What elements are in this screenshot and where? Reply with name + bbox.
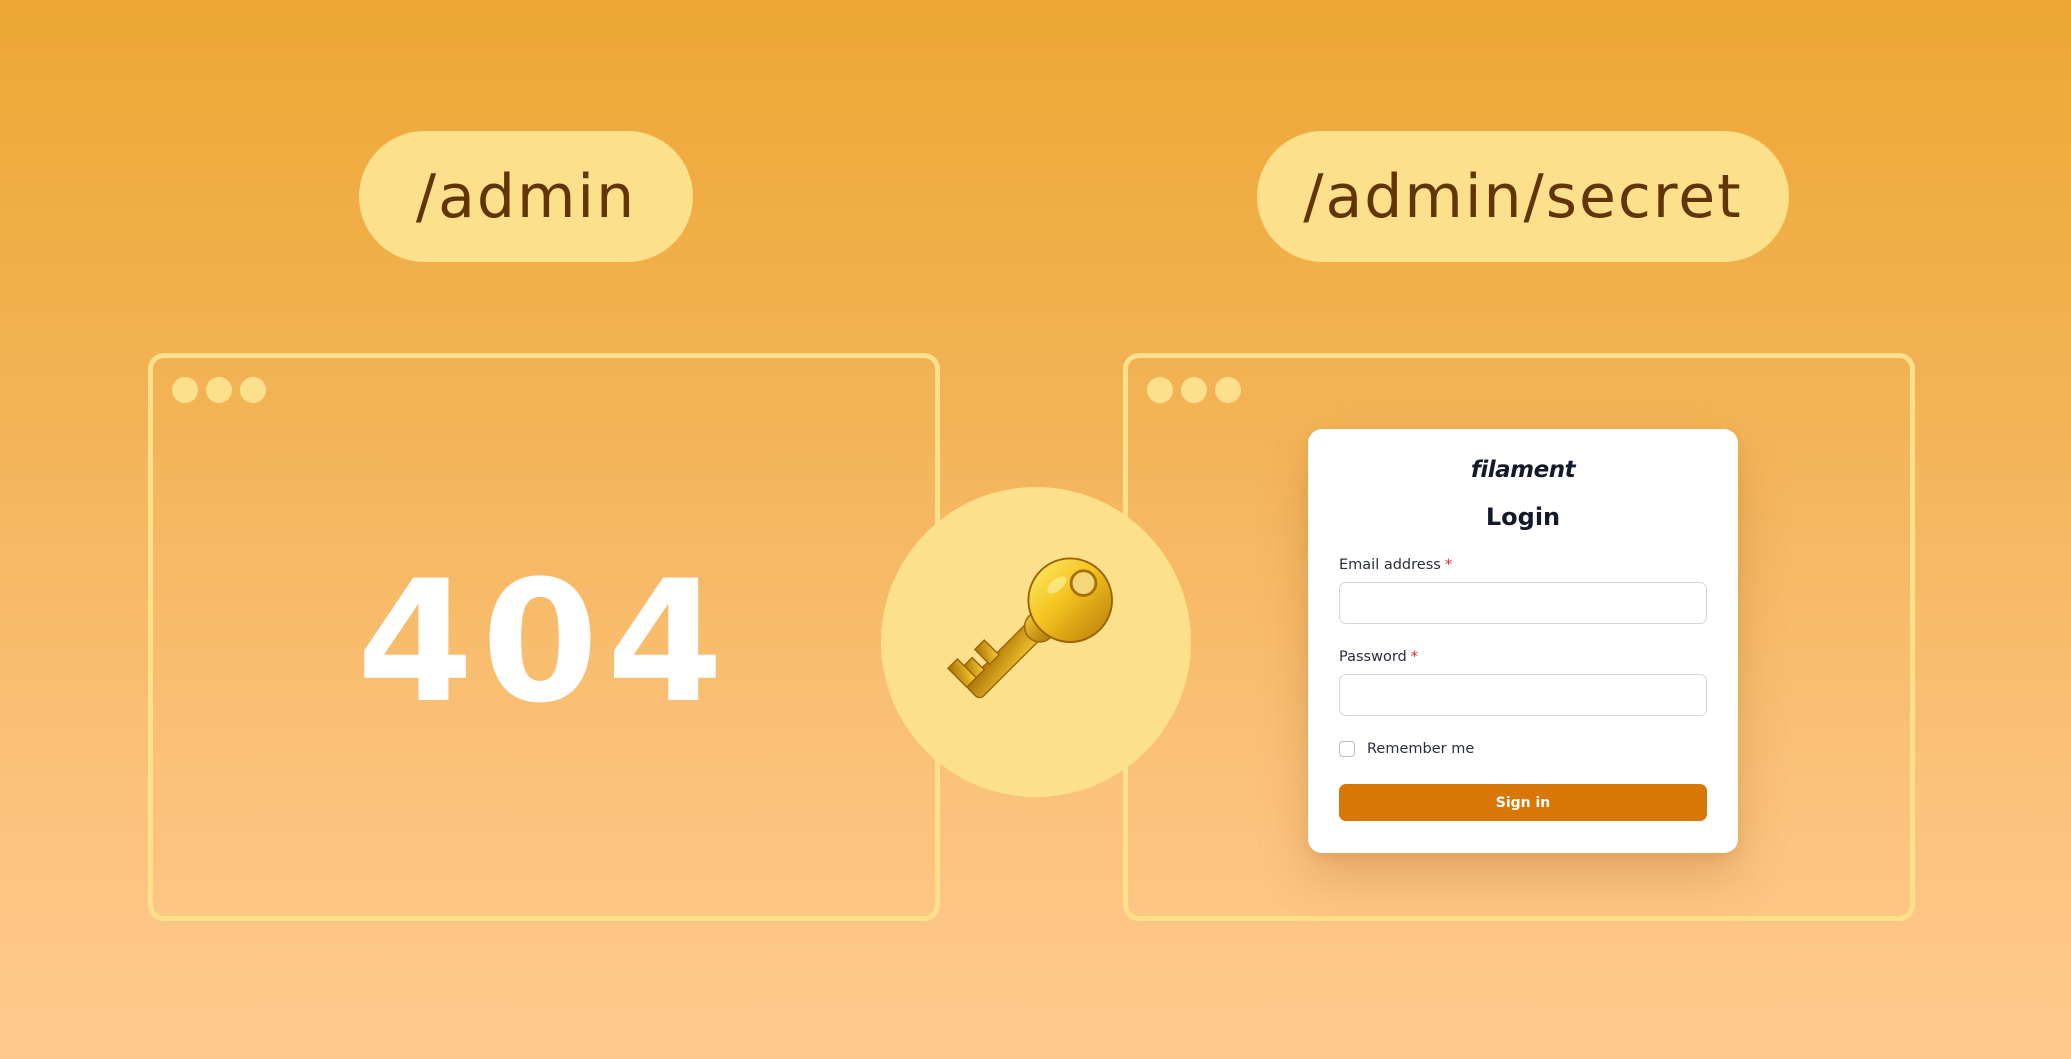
password-input[interactable] <box>1339 674 1707 716</box>
password-label-text: Password <box>1339 649 1407 665</box>
route-label-admin-secret-text: /admin/secret <box>1303 161 1743 232</box>
remember-me-checkbox[interactable] <box>1339 741 1355 757</box>
email-input[interactable] <box>1339 582 1707 624</box>
window-controls <box>172 377 266 403</box>
brand-logo: filament <box>1470 457 1576 483</box>
key-badge <box>881 487 1191 797</box>
window-controls <box>1147 377 1241 403</box>
route-label-admin-secret: /admin/secret <box>1257 131 1789 262</box>
window-dot-minimize <box>1181 377 1207 403</box>
key-icon <box>946 557 1113 699</box>
browser-window-not-found: 404 <box>148 353 940 921</box>
required-marker: * <box>1444 557 1453 573</box>
login-heading: Login <box>1485 503 1561 531</box>
error-code-404: 404 <box>356 544 732 740</box>
required-marker: * <box>1410 649 1418 665</box>
window-dot-minimize <box>206 377 232 403</box>
remember-me-row[interactable]: Remember me <box>1339 741 1474 757</box>
route-label-admin: /admin <box>359 131 693 262</box>
window-dot-close <box>1147 377 1173 403</box>
email-label: Email address * <box>1339 557 1452 573</box>
window-dot-maximize <box>1215 377 1241 403</box>
email-label-text: Email address <box>1339 557 1441 573</box>
password-label: Password * <box>1339 649 1418 665</box>
sign-in-button[interactable]: Sign in <box>1339 784 1707 821</box>
route-label-admin-text: /admin <box>415 161 637 232</box>
remember-me-label[interactable]: Remember me <box>1367 741 1474 757</box>
login-card: filament Login Email address * Password * … <box>1308 429 1738 853</box>
window-dot-maximize <box>240 377 266 403</box>
window-dot-close <box>172 377 198 403</box>
